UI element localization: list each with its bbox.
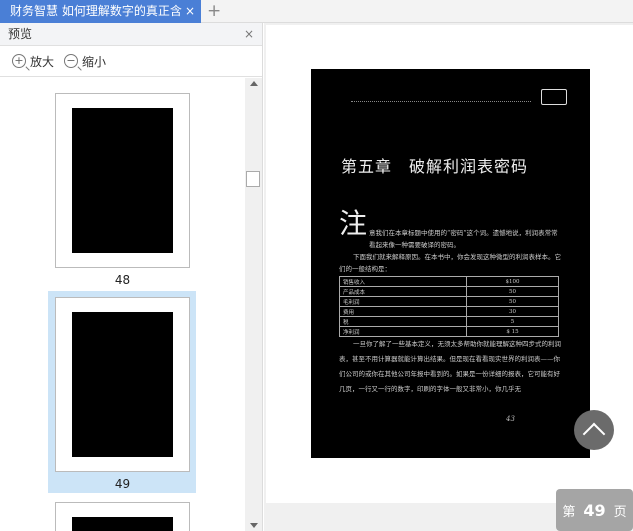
zoom-out-label: 缩小 xyxy=(82,54,107,69)
paragraph: 一旦你了解了一些基本定义，无须太多帮助你就能理解这种四步式的利润表，甚至不用计算… xyxy=(339,340,561,393)
page-suffix: 页 xyxy=(613,504,627,520)
book-logo-icon xyxy=(541,89,567,105)
thumbnail-list: 48 49 xyxy=(0,78,245,531)
document-tab[interactable]: 财务智慧 如何理解数字的真正含 × xyxy=(0,0,201,23)
income-table: 销售收入 $100 产品成本 50 毛利润 50 费用 30 税5 净利润 $ 15 xyxy=(338,276,559,337)
thumbnail-page-48[interactable] xyxy=(55,93,190,268)
close-tab-icon[interactable]: × xyxy=(185,0,195,23)
preview-panel: 预览 × + 放大 − 缩小 48 49 xyxy=(0,23,263,531)
thumbnail-page-50[interactable] xyxy=(55,502,190,531)
close-preview-icon[interactable]: × xyxy=(244,23,254,46)
paragraph: 意我们在本章标题中使用的“密码”这个词。遗憾地说，利润表常常看起来像一种需要破译… xyxy=(369,229,558,249)
thumbnail-label: 49 xyxy=(114,477,131,491)
back-to-top-button[interactable] xyxy=(574,410,614,450)
thumbnail-scrollbar[interactable] xyxy=(245,78,262,531)
scroll-up-icon[interactable] xyxy=(250,81,258,86)
preview-title: 预览 xyxy=(8,27,33,41)
paragraph: 下面我们就来解释原因。在本书中，你会发现这种微型的利润表样本。它们的一般结构是： xyxy=(339,253,561,273)
document-page: 第五章 破解利润表密码 注 意我们在本章标题中使用的“密码”这个词。遗憾地说，利… xyxy=(311,69,590,458)
thumbnail-page-49[interactable] xyxy=(55,297,190,472)
zoom-in-icon: + xyxy=(12,54,26,68)
tab-title: 财务智慧 如何理解数字的真正含 xyxy=(10,4,182,18)
zoom-in-button[interactable]: + 放大 xyxy=(12,53,54,70)
chapter-title: 第五章 破解利润表密码 xyxy=(341,157,529,176)
scroll-down-icon[interactable] xyxy=(250,523,258,528)
thumbnail-label: 48 xyxy=(114,273,131,287)
tab-bar: 财务智慧 如何理解数字的真正含 × + xyxy=(0,0,633,23)
new-tab-button[interactable]: + xyxy=(207,0,221,22)
scrollbar-thumb[interactable] xyxy=(246,171,260,187)
page-indicator: 第 49 页 xyxy=(556,489,633,531)
printed-page-number: 43 xyxy=(506,415,515,423)
zoom-out-icon: − xyxy=(64,54,79,68)
zoom-out-button[interactable]: − 缩小 xyxy=(64,53,106,70)
current-page: 49 xyxy=(583,500,606,520)
zoom-in-label: 放大 xyxy=(30,54,55,69)
page-prefix: 第 xyxy=(562,504,576,520)
